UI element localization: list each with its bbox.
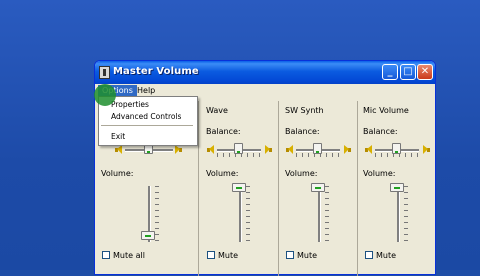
volume-slider-thumb[interactable] — [390, 183, 404, 192]
menu-separator — [101, 125, 193, 126]
volume-app-icon — [99, 66, 110, 79]
volume-slider-track[interactable] — [239, 186, 242, 242]
volume-ticks — [155, 186, 159, 241]
mute-label: Mute — [297, 251, 318, 260]
options-menu: Properties Advanced Controls Exit — [98, 96, 198, 146]
column-divider — [357, 101, 358, 276]
column-name-sw-synth: SW Synth — [285, 106, 324, 115]
balance-label: Balance: — [363, 127, 398, 136]
volume-slider-track[interactable] — [318, 186, 321, 242]
window-title: Master Volume — [113, 66, 199, 77]
volume-ticks — [246, 186, 250, 241]
volume-slider-thumb[interactable] — [311, 183, 325, 192]
balance-slider-thumb[interactable] — [392, 143, 401, 154]
volume-slider-thumb[interactable] — [232, 183, 246, 192]
volume-slider-track[interactable] — [397, 186, 400, 242]
column-name-mic-volume: Mic Volume — [363, 106, 409, 115]
volume-label: Volume: — [363, 169, 396, 178]
speaker-right-icon — [344, 145, 351, 154]
mute-checkbox[interactable] — [207, 251, 215, 259]
volume-ticks — [404, 186, 408, 241]
menu-item-advanced-controls[interactable]: Advanced Controls — [111, 112, 181, 121]
speaker-right-icon — [423, 145, 430, 154]
minimize-button[interactable]: _ — [382, 64, 398, 80]
balance-label: Balance: — [206, 127, 241, 136]
menu-item-properties[interactable]: Properties — [111, 100, 149, 109]
mute-label: Mute — [376, 251, 397, 260]
close-button[interactable]: ✕ — [417, 64, 433, 80]
mute-label: Mute — [218, 251, 239, 260]
mute-checkbox[interactable] — [286, 251, 294, 259]
volume-ticks — [325, 186, 329, 241]
cursor-highlight — [94, 84, 116, 106]
column-divider — [278, 101, 279, 276]
speaker-left-icon — [115, 145, 122, 154]
speaker-right-icon — [265, 145, 272, 154]
menu-help[interactable]: Help — [133, 85, 159, 96]
balance-slider-thumb[interactable] — [234, 143, 243, 154]
volume-label: Volume: — [285, 169, 318, 178]
speaker-left-icon — [286, 145, 293, 154]
menu-item-exit[interactable]: Exit — [111, 132, 125, 141]
mute-all-checkbox[interactable] — [102, 251, 110, 259]
volume-slider-thumb[interactable] — [141, 231, 155, 240]
column-name-wave: Wave — [206, 106, 228, 115]
balance-slider-thumb[interactable] — [313, 143, 322, 154]
column-divider — [198, 101, 199, 276]
balance-label: Balance: — [285, 127, 320, 136]
speaker-left-icon — [207, 145, 214, 154]
speaker-right-icon — [175, 145, 182, 154]
volume-label: Volume: — [101, 169, 134, 178]
speaker-left-icon — [365, 145, 372, 154]
title-bar[interactable]: Master Volume _ □ ✕ — [95, 61, 435, 84]
mute-checkbox[interactable] — [365, 251, 373, 259]
maximize-button[interactable]: □ — [400, 64, 416, 80]
master-volume-window: Master Volume _ □ ✕ Options Help Wave SW… — [94, 60, 436, 276]
volume-label: Volume: — [206, 169, 239, 178]
mute-all-label: Mute all — [113, 251, 145, 260]
